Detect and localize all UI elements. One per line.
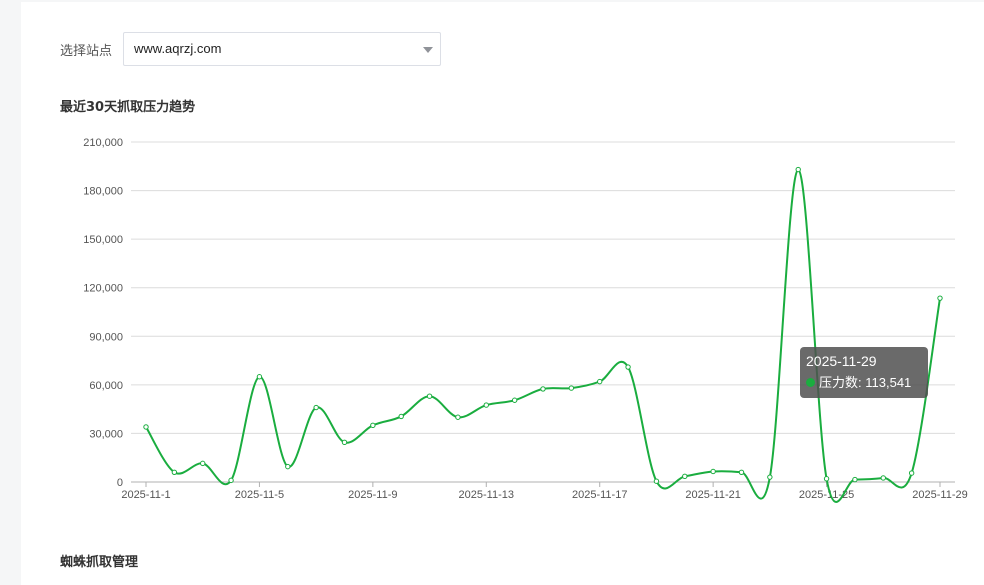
x-tick-label: 2025-11-13	[459, 489, 514, 501]
data-point	[738, 469, 745, 475]
data-point	[795, 166, 801, 173]
x-tick-label: 2025-11-1	[121, 489, 170, 501]
y-axis-ticks: 0 30,000 60,000 90,000 120,000 150,000 180,000…	[83, 137, 123, 489]
y-tick-label: 0	[117, 477, 123, 489]
data-point	[200, 460, 206, 467]
data-point	[370, 422, 376, 429]
y-tick-label: 90,000	[89, 331, 123, 343]
data-point	[511, 397, 518, 403]
series-line	[145, 168, 941, 503]
data-point	[767, 474, 773, 480]
data-point	[597, 378, 603, 385]
pressure-trend-chart: 0 30,000 60,000 90,000 120,000 150,000 180,000…	[83, 137, 968, 503]
data-point	[710, 468, 716, 475]
data-point	[228, 477, 234, 484]
x-tick-label: 2025-11-9	[348, 489, 397, 501]
data-point	[398, 413, 404, 420]
data-point	[653, 478, 660, 484]
tooltip-series-label: 压力数	[819, 375, 859, 390]
x-tick-label: 2025-11-21	[685, 489, 740, 501]
series-marker-icon	[806, 378, 815, 388]
data-point	[568, 385, 575, 391]
data-point	[880, 475, 886, 481]
section-title: 蜘蛛抓取管理	[60, 555, 139, 570]
data-point	[483, 402, 489, 408]
data-point	[455, 414, 461, 420]
data-point	[143, 424, 149, 430]
x-tick-label: 2025-11-17	[572, 489, 627, 501]
chart-tooltip: 2025-11-29 压力数: 113,541	[800, 347, 928, 398]
x-tick-label: 2025-11-29	[912, 489, 967, 501]
data-point	[426, 393, 433, 399]
tooltip-row: 压力数: 113,541	[806, 373, 922, 393]
x-tick-label: 2025-11-5	[235, 489, 284, 501]
grid-lines	[131, 141, 955, 483]
y-tick-label: 30,000	[89, 428, 123, 440]
tooltip-date: 2025-11-29	[806, 353, 877, 369]
data-point	[540, 386, 546, 392]
data-point	[171, 469, 178, 475]
data-point	[313, 404, 319, 411]
data-point	[625, 364, 631, 370]
data-point	[256, 374, 263, 380]
data-point	[341, 439, 348, 446]
y-tick-label: 180,000	[83, 186, 123, 198]
data-point	[852, 476, 858, 483]
data-point	[823, 476, 830, 482]
data-point	[682, 473, 688, 480]
data-point	[285, 463, 291, 470]
y-tick-label: 60,000	[89, 380, 123, 392]
data-point	[937, 295, 943, 301]
tooltip-value: 113,541	[865, 375, 912, 390]
y-tick-label: 210,000	[83, 137, 123, 149]
y-tick-label: 120,000	[83, 283, 123, 295]
y-tick-label: 150,000	[83, 234, 123, 246]
data-point	[908, 470, 915, 476]
